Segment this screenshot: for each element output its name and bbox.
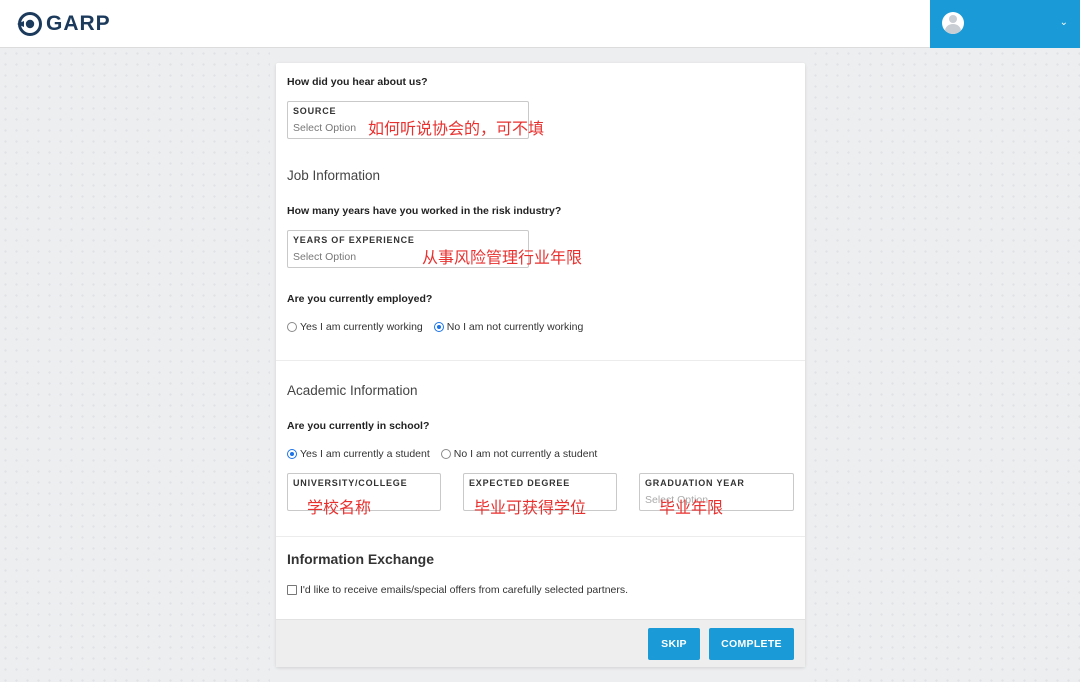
hear-about-question: How did you hear about us? — [287, 76, 428, 88]
employed-radio-group: Yes I am currently working No I am not c… — [287, 321, 594, 333]
top-bar: GARP ⌄ — [0, 0, 1080, 48]
years-label: YEARS OF EXPERIENCE — [293, 235, 415, 245]
grad-annotation: 毕业年限 — [659, 498, 724, 517]
source-value: Select Option — [293, 122, 357, 134]
info-exchange-title: Information Exchange — [287, 551, 435, 567]
complete-button[interactable]: COMPLETE — [709, 628, 794, 660]
degree-annotation: 毕业可获得学位 — [474, 498, 587, 517]
employed-no-label[interactable]: No I am not currently working — [447, 321, 584, 333]
school-yes-radio[interactable] — [287, 449, 297, 459]
school-radio-group: Yes I am currently a student No I am not… — [287, 448, 608, 460]
job-info-title: Job Information — [287, 168, 381, 183]
school-no-radio[interactable] — [440, 449, 451, 459]
degree-label: EXPECTED DEGREE — [469, 478, 571, 488]
partner-offers-checkbox[interactable] — [287, 585, 297, 595]
divider — [276, 360, 805, 361]
academic-info-title: Academic Information — [287, 383, 418, 398]
source-annotation: 如何听说协会的，可不填 — [368, 119, 545, 138]
school-yes-label[interactable]: Yes I am currently a student — [300, 448, 430, 460]
school-question: Are you currently in school? — [287, 420, 430, 432]
garp-logo-icon — [17, 12, 42, 36]
university-label: UNIVERSITY/COLLEGE — [293, 478, 408, 488]
school-no-label[interactable]: No I am not currently a student — [454, 448, 598, 460]
partner-offers-label[interactable]: I'd like to receive emails/special offer… — [300, 584, 628, 596]
registration-card: How did you hear about us? SOURCE Select… — [276, 63, 805, 667]
chevron-down-icon[interactable]: ⌄ — [1060, 17, 1068, 28]
user-menu[interactable]: ⌄ — [930, 0, 1080, 48]
employed-yes-radio[interactable] — [287, 322, 297, 332]
garp-logo[interactable]: GARP — [15, 10, 111, 38]
employed-question: Are you currently employed? — [287, 293, 433, 305]
card-footer: SKIP COMPLETE — [276, 619, 805, 667]
skip-button[interactable]: SKIP — [648, 628, 700, 660]
years-value: Select Option — [293, 251, 357, 263]
background-pattern-left — [0, 48, 270, 682]
source-label: SOURCE — [293, 106, 337, 116]
university-annotation: 学校名称 — [307, 498, 372, 517]
divider — [276, 536, 805, 537]
employed-no-radio[interactable] — [433, 322, 444, 332]
avatar[interactable] — [942, 12, 964, 34]
logo-text: GARP — [46, 12, 111, 35]
employed-yes-label[interactable]: Yes I am currently working — [300, 321, 423, 333]
grad-label: GRADUATION YEAR — [645, 478, 745, 488]
years-question: How many years have you worked in the ri… — [287, 205, 562, 217]
background-pattern-right — [810, 48, 1080, 682]
years-annotation: 从事风险管理行业年限 — [422, 248, 583, 267]
partner-offers-row: I'd like to receive emails/special offer… — [287, 584, 628, 596]
